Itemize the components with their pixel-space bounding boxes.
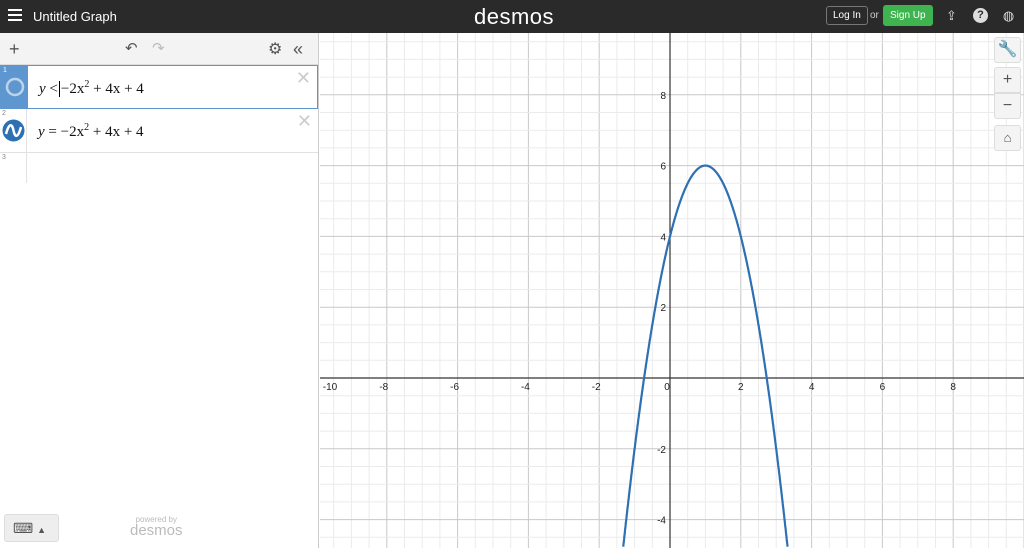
graph-canvas[interactable]: -10 -8 -6 -4 -2 0 2 4 6 8 8 6 4 2 -2 -4 <box>320 33 1024 548</box>
x-tick-label: -8 <box>379 382 388 393</box>
keyboard-icon: ⌨ <box>13 520 34 536</box>
x-tick-label: -6 <box>450 382 459 393</box>
x-tick-label: -2 <box>592 382 601 393</box>
add-expression-icon[interactable]: + <box>9 39 20 60</box>
x-tick-label: 0 <box>664 382 670 393</box>
undo-icon[interactable]: ↶ <box>125 39 138 57</box>
top-bar: Untitled Graph desmos Log In or Sign Up … <box>0 0 1024 33</box>
expression-input[interactable]: y < −2x2 + 4x + 4 <box>39 79 144 98</box>
graph-settings-wrench-icon[interactable]: 🔧 <box>994 37 1021 63</box>
settings-gear-icon[interactable]: ⚙ <box>268 39 282 59</box>
collapse-list-icon[interactable]: « <box>293 39 303 60</box>
expression-input[interactable]: y = −2x2 + 4x + 4 <box>38 122 144 141</box>
signup-button[interactable]: Sign Up <box>883 5 933 26</box>
or-text: or <box>870 10 879 21</box>
expression-row-3[interactable]: 3 <box>0 153 318 183</box>
caret-up-icon: ▲ <box>37 525 47 535</box>
circle-icon[interactable] <box>4 76 26 98</box>
x-tick-label: 2 <box>738 382 744 393</box>
share-icon[interactable]: ⇪ <box>944 8 959 23</box>
expression-row-2[interactable]: 2 y = −2x2 + 4x + 4 ✕ <box>0 109 318 153</box>
globe-icon[interactable]: ◍ <box>1001 8 1016 23</box>
x-tick-label: 8 <box>950 382 956 393</box>
y-tick-label: 4 <box>660 232 666 243</box>
y-tick-label: 6 <box>660 162 666 173</box>
y-tick-label: -4 <box>657 516 666 527</box>
login-button[interactable]: Log In <box>826 6 868 25</box>
menu-icon[interactable] <box>8 9 22 23</box>
redo-icon[interactable]: ↷ <box>152 39 165 57</box>
wave-icon[interactable] <box>2 119 25 142</box>
x-tick-label: 4 <box>809 382 815 393</box>
powered-by-desmos: powered by desmos <box>130 515 183 539</box>
expression-list: + ↶ ↷ ⚙ « 1 y < −2x2 + 4x + 4 ✕ 2 y = −2x… <box>0 33 319 548</box>
graph-title[interactable]: Untitled Graph <box>33 9 117 24</box>
x-tick-label: 6 <box>880 382 886 393</box>
zoom-in-button[interactable]: + <box>994 67 1021 93</box>
x-tick-label: -10 <box>323 382 338 393</box>
delete-expression-icon[interactable]: ✕ <box>296 68 311 89</box>
y-tick-label: -2 <box>657 445 666 456</box>
keyboard-toggle-button[interactable]: ⌨ ▲ <box>4 514 59 542</box>
y-tick-label: 2 <box>660 303 666 314</box>
zoom-out-button[interactable]: − <box>994 93 1021 119</box>
desmos-logo: desmos <box>474 4 555 29</box>
home-view-button[interactable]: ⌂ <box>994 125 1021 151</box>
expression-toolbar: + ↶ ↷ ⚙ « <box>0 33 318 65</box>
delete-expression-icon[interactable]: ✕ <box>297 111 312 132</box>
x-tick-label: -4 <box>521 382 530 393</box>
y-tick-label: 8 <box>660 91 666 102</box>
help-icon[interactable]: ? <box>973 8 988 23</box>
expression-row-1[interactable]: 1 y < −2x2 + 4x + 4 ✕ <box>0 65 318 109</box>
